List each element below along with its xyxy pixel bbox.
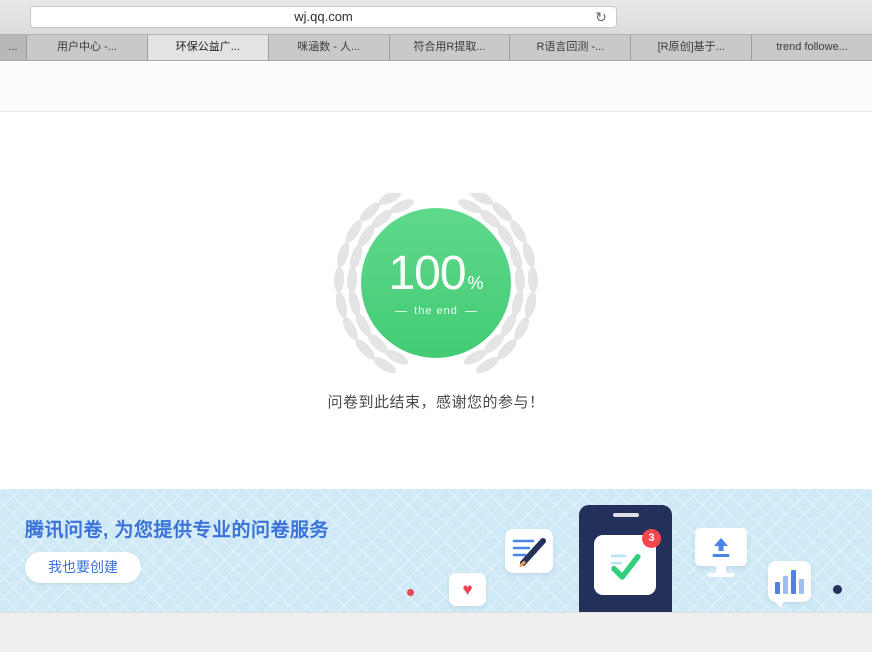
tab-user-center[interactable]: 用户中心 -... [26,35,147,60]
completion-badge: 100% the end [316,193,556,377]
chart-bar [791,570,796,594]
score-caption: the end [316,305,556,317]
monitor-screen [695,528,747,566]
decor-dot-navy [833,585,842,594]
monitor-upload-icon [695,528,747,577]
reload-icon[interactable]: ↻ [592,8,610,26]
tab-trend-follow[interactable]: trend followe... [751,35,872,60]
score-value: 100 [388,247,466,300]
phone-illustration: 3 [579,505,672,612]
tab-r-original[interactable]: [R原创]基于... [630,35,752,60]
upload-arrow-icon [712,538,730,557]
chart-bar [799,579,804,594]
page-footer [0,612,872,652]
tab-r-backtest[interactable]: R语言回测 -... [509,35,631,60]
score-caption-text: the end [414,305,458,317]
document-pencil-icon [505,529,553,573]
promo-banner: 腾讯问卷, 为您提供专业的问卷服务 我也要创建 ♥ 3 [0,489,872,612]
monitor-base [708,573,734,577]
monitor-stand [716,566,726,573]
tab-survey-active[interactable]: 环保公益广... [146,35,268,60]
score-unit: % [467,273,484,293]
phone-speaker [612,513,639,517]
tab-partial[interactable]: ... [0,35,26,60]
tab-bar: ... 用户中心 -... 环保公益广... 咪涵数 - 人... 符合用R提取… [0,34,872,61]
heart-icon: ♥ [449,573,486,606]
banner-headline: 腾讯问卷, 为您提供专业的问卷服务 [25,520,330,541]
survey-end-message: 问卷到此结束，感谢您的参与！ [327,394,545,411]
address-bar[interactable]: wj.qq.com ↻ [30,6,617,28]
caption-dash [395,310,408,312]
tab-mihanshu[interactable]: 咪涵数 - 人... [267,35,389,60]
bar-chart-bubble-icon [768,561,811,608]
chart-bar [783,576,788,594]
chart-bar [775,582,780,594]
create-survey-button[interactable]: 我也要创建 [25,552,141,583]
browser-toolbar: wj.qq.com ↻ [0,0,872,34]
notification-badge: 3 [642,529,661,548]
decor-dot-red [407,589,414,596]
address-url[interactable]: wj.qq.com [31,7,616,27]
browser-window: wj.qq.com ↻ ... 用户中心 -... 环保公益广... 咪涵数 -… [0,0,872,652]
page-header-strip [0,62,872,112]
caption-dash [464,310,477,312]
tab-r-extract[interactable]: 符合用R提取... [388,35,510,60]
score: 100% the end [316,247,556,318]
